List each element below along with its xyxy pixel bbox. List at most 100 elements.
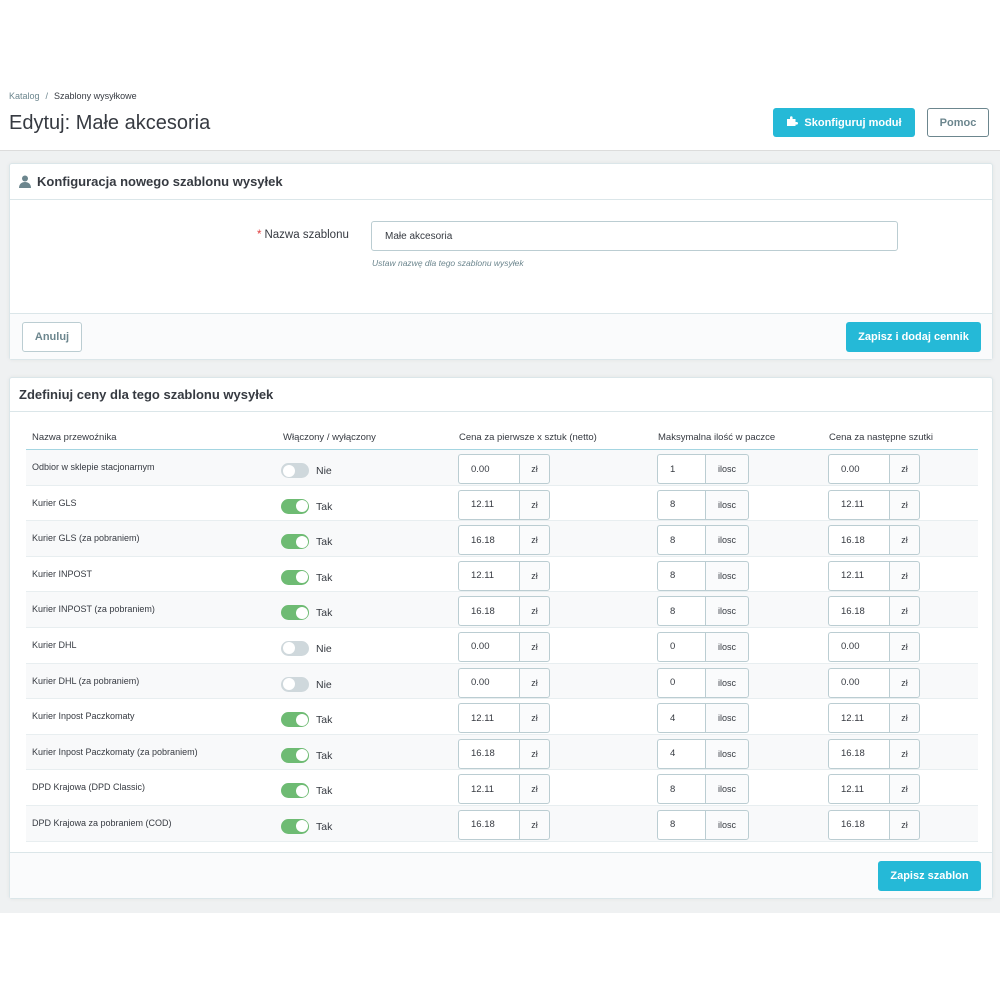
first-price-input[interactable]: 12.11 — [458, 560, 519, 591]
table-header: Nazwa przewoźnika Włączony / wyłączony C… — [26, 426, 978, 450]
first-price-input[interactable]: 16.18 — [458, 809, 519, 840]
max-qty-input[interactable]: 4 — [657, 703, 705, 734]
first-price-input[interactable]: 12.11 — [458, 489, 519, 520]
max-qty-input[interactable]: 0 — [657, 631, 705, 662]
max-qty-input[interactable]: 8 — [657, 596, 705, 627]
max-qty-group: 4 ilosc — [657, 738, 749, 769]
enabled-toggle[interactable] — [281, 605, 309, 621]
table-row: Kurier GLS (za pobraniem) Tak 16.18 zł 8 ilos… — [26, 521, 978, 557]
enabled-toggle[interactable] — [281, 783, 309, 799]
column-header-enabled: Włączony / wyłączony — [283, 432, 376, 443]
currency-addon: zł — [519, 454, 550, 484]
breadcrumb: Katalog / Szablony wysyłkowe — [9, 91, 137, 101]
currency-addon: zł — [889, 489, 920, 520]
next-price-input[interactable]: 16.18 — [828, 809, 889, 840]
first-price-group: 12.11 zł — [458, 560, 550, 591]
qty-addon: ilosc — [705, 667, 749, 698]
table-row: Kurier Inpost Paczkomaty (za pobraniem) T… — [26, 734, 978, 771]
next-price-input[interactable]: 12.11 — [828, 774, 889, 805]
help-button[interactable]: Pomoc — [927, 108, 989, 137]
max-qty-group: 0 ilosc — [657, 667, 749, 698]
breadcrumb-current[interactable]: Szablony wysyłkowe — [54, 91, 137, 101]
table-row: DPD Krajowa za pobraniem (COD) Tak 16.18 zł… — [26, 805, 978, 842]
first-price-input[interactable]: 12.11 — [458, 703, 519, 734]
table-row: Kurier DHL (za pobraniem) Nie 0.00 zł 0 ilosc… — [26, 663, 978, 700]
table-row: Odbior w sklepie stacjonarnym Nie 0.00 zł 1 i… — [26, 450, 978, 486]
max-qty-input[interactable]: 8 — [657, 489, 705, 520]
cancel-button[interactable]: Anuluj — [22, 322, 82, 352]
table-body: Odbior w sklepie stacjonarnym Nie 0.00 zł 1 i… — [26, 450, 978, 842]
first-price-input[interactable]: 0.00 — [458, 667, 519, 698]
next-price-input[interactable]: 12.11 — [828, 489, 889, 520]
qty-addon: ilosc — [705, 631, 749, 662]
next-price-input[interactable]: 16.18 — [828, 596, 889, 627]
table-row: Kurier GLS Tak 12.11 zł 8 ilosc 12.11 zł — [26, 486, 978, 522]
first-price-input[interactable]: 12.11 — [458, 774, 519, 805]
enabled-toggle[interactable] — [281, 747, 309, 763]
enabled-toggle[interactable] — [281, 498, 309, 514]
template-name-input[interactable]: Małe akcesoria — [371, 221, 898, 251]
max-qty-input[interactable]: 4 — [657, 738, 705, 769]
max-qty-group: 8 ilosc — [657, 596, 749, 627]
next-price-group: 12.11 zł — [828, 703, 920, 734]
column-header-carrier: Nazwa przewoźnika — [32, 432, 117, 443]
breadcrumb-parent[interactable]: Katalog — [9, 91, 40, 101]
next-price-input[interactable]: 16.18 — [828, 525, 889, 556]
enabled-toggle[interactable] — [281, 569, 309, 585]
max-qty-group: 1 ilosc — [657, 454, 749, 484]
carrier-price-table: Nazwa przewoźnika Włączony / wyłączony C… — [26, 426, 978, 842]
next-price-input[interactable]: 12.11 — [828, 560, 889, 591]
next-price-input[interactable]: 16.18 — [828, 738, 889, 769]
currency-addon: zł — [519, 667, 550, 698]
next-price-input[interactable]: 0.00 — [828, 454, 889, 484]
qty-addon: ilosc — [705, 489, 749, 520]
max-qty-input[interactable]: 8 — [657, 525, 705, 556]
enabled-toggle[interactable] — [281, 676, 309, 692]
prices-panel-heading: Zdefiniuj ceny dla tego szablonu wysyłek — [10, 378, 992, 412]
first-price-input[interactable]: 16.18 — [458, 525, 519, 556]
currency-addon: zł — [889, 667, 920, 698]
enabled-toggle[interactable] — [281, 534, 309, 550]
toggle-knob — [295, 820, 308, 833]
next-price-group: 12.11 zł — [828, 560, 920, 591]
currency-addon: zł — [519, 738, 550, 769]
max-qty-input[interactable]: 8 — [657, 809, 705, 840]
next-price-input[interactable]: 0.00 — [828, 667, 889, 698]
max-qty-input[interactable]: 0 — [657, 667, 705, 698]
configure-module-label: Skonfiguruj moduł — [804, 116, 902, 129]
prices-panel-footer: Zapisz szablon — [10, 852, 992, 898]
qty-addon: ilosc — [705, 560, 749, 591]
currency-addon: zł — [519, 631, 550, 662]
enabled-status: Tak — [316, 571, 333, 584]
next-price-group: 0.00 zł — [828, 631, 920, 662]
carrier-name: Kurier INPOST — [32, 568, 93, 579]
next-price-input[interactable]: 0.00 — [828, 631, 889, 662]
first-price-input[interactable]: 0.00 — [458, 454, 519, 484]
enabled-toggle[interactable] — [281, 640, 309, 656]
template-name-label: * Nazwa szablonu — [257, 229, 349, 241]
save-and-add-pricing-button[interactable]: Zapisz i dodaj cennik — [846, 322, 981, 352]
first-price-group: 0.00 zł — [458, 454, 550, 484]
enabled-toggle[interactable] — [281, 712, 309, 728]
configure-module-button[interactable]: Skonfiguruj moduł — [773, 108, 915, 137]
max-qty-input[interactable]: 1 — [657, 454, 705, 484]
column-header-next-price: Cena za następne szutki — [829, 432, 934, 443]
first-price-input[interactable]: 0.00 — [458, 631, 519, 662]
max-qty-input[interactable]: 8 — [657, 560, 705, 591]
save-template-button[interactable]: Zapisz szablon — [878, 861, 981, 891]
qty-addon: ilosc — [705, 525, 749, 556]
carrier-name: Kurier Inpost Paczkomaty — [32, 711, 135, 722]
next-price-input[interactable]: 12.11 — [828, 703, 889, 734]
max-qty-group: 8 ilosc — [657, 774, 749, 805]
carrier-name: Kurier GLS — [32, 497, 77, 508]
enabled-toggle[interactable] — [281, 463, 309, 478]
first-price-input[interactable]: 16.18 — [458, 596, 519, 627]
first-price-group: 16.18 zł — [458, 525, 550, 556]
carrier-name: Kurier INPOST (za pobraniem) — [32, 604, 155, 615]
enabled-toggle[interactable] — [281, 818, 309, 834]
max-qty-input[interactable]: 8 — [657, 774, 705, 805]
max-qty-group: 8 ilosc — [657, 809, 749, 840]
first-price-group: 16.18 zł — [458, 596, 550, 627]
first-price-input[interactable]: 16.18 — [458, 738, 519, 769]
table-row: DPD Krajowa (DPD Classic) Tak 12.11 zł 8 ilos… — [26, 770, 978, 806]
